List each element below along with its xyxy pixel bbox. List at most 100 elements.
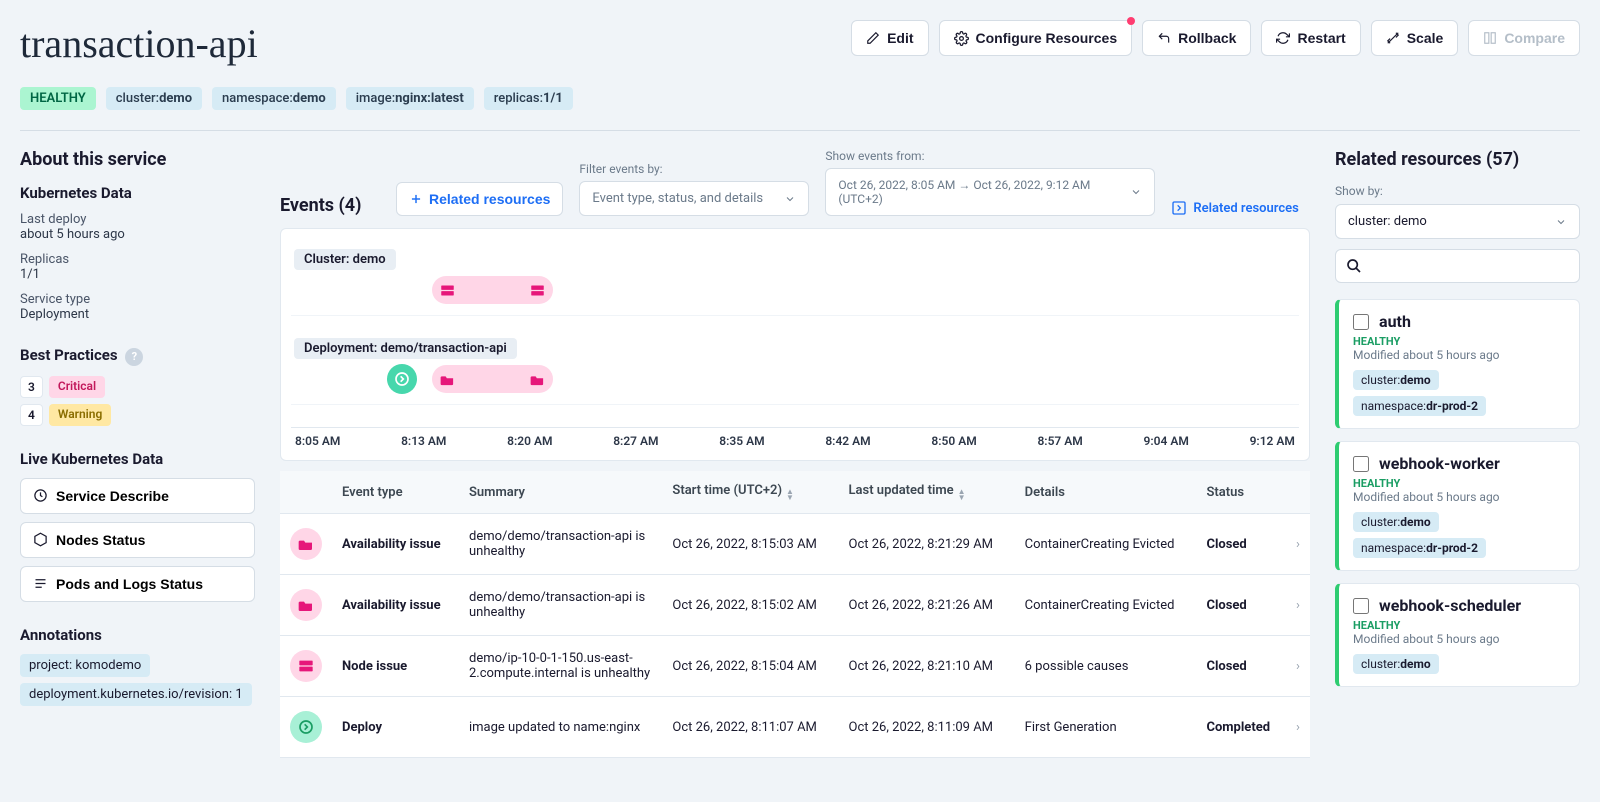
node-issue-icon (290, 650, 322, 682)
annotation-tag[interactable]: project: komodemo (20, 654, 150, 677)
col-event-type[interactable]: Event type (332, 471, 459, 514)
timeline-event-pill[interactable] (432, 365, 553, 393)
showby-dropdown[interactable]: cluster: demo (1335, 204, 1580, 239)
show-events-label: Show events from: (825, 149, 1155, 163)
replicas-label: Replicas (20, 252, 255, 267)
tag-cluster[interactable]: cluster:demo (106, 87, 202, 110)
sort-icon: ▲▼ (958, 489, 966, 501)
notification-dot-icon (1127, 17, 1135, 25)
start-time-cell: Oct 26, 2022, 8:15:02 AM (662, 575, 838, 636)
summary-cell: demo/demo/transaction-api is unhealthy (459, 514, 662, 575)
start-time-cell: Oct 26, 2022, 8:11:07 AM (662, 697, 838, 758)
col-start-time[interactable]: Start time (UTC+2)▲▼ (662, 471, 838, 514)
resource-modified: Modified about 5 hours ago (1353, 632, 1565, 646)
arrow-right-circle-icon (394, 371, 410, 387)
status-cell: Closed (1196, 636, 1286, 697)
resource-card[interactable]: authHEALTHYModified about 5 hours agoclu… (1335, 299, 1580, 429)
scale-icon (1386, 31, 1400, 45)
chevron-right-icon[interactable]: › (1296, 537, 1300, 552)
compare-icon (1483, 31, 1497, 45)
tag-namespace[interactable]: namespace:demo (212, 87, 336, 110)
resource-card[interactable]: webhook-schedulerHEALTHYModified about 5… (1335, 583, 1580, 687)
timeline-deploy-marker[interactable] (387, 364, 417, 394)
filter-events-dropdown[interactable]: Event type, status, and details (579, 181, 809, 216)
table-row[interactable]: Availability issuedemo/demo/transaction-… (280, 514, 1310, 575)
chevron-down-icon (1130, 186, 1142, 198)
help-icon[interactable]: ? (125, 348, 143, 366)
bp-critical-row[interactable]: 3 Critical (20, 376, 255, 398)
expand-icon (1171, 200, 1187, 216)
resource-checkbox[interactable] (1353, 314, 1369, 330)
page-title: transaction-api (20, 20, 258, 67)
resource-modified: Modified about 5 hours ago (1353, 348, 1565, 362)
col-details[interactable]: Details (1015, 471, 1197, 514)
resource-checkbox[interactable] (1353, 456, 1369, 472)
resource-name: webhook-worker (1379, 454, 1500, 473)
events-title: Events (4) (280, 195, 380, 216)
chevron-right-icon[interactable]: › (1296, 598, 1300, 613)
pods-logs-button[interactable]: Pods and Logs Status (20, 566, 255, 602)
event-type-cell: Availability issue (332, 575, 459, 636)
filter-events-label: Filter events by: (579, 162, 809, 176)
last-deploy-value: about 5 hours ago (20, 227, 255, 242)
service-type-value: Deployment (20, 307, 255, 322)
chevron-right-icon[interactable]: › (1296, 659, 1300, 674)
tag-replicas[interactable]: replicas:1/1 (484, 87, 573, 110)
status-badge-healthy: HEALTHY (20, 87, 96, 110)
col-updated-time[interactable]: Last updated time▲▼ (839, 471, 1015, 514)
scale-button[interactable]: Scale (1371, 20, 1459, 56)
summary-cell: demo/ip-10-0-1-150.us-east-2.compute.int… (459, 636, 662, 697)
status-cell: Closed (1196, 575, 1286, 636)
showby-label: Show by: (1335, 184, 1580, 198)
tags-row: HEALTHY cluster:demo namespace:demo imag… (20, 87, 1580, 131)
configure-resources-button[interactable]: Configure Resources (939, 20, 1133, 56)
resource-health: HEALTHY (1353, 335, 1565, 348)
event-type-cell: Availability issue (332, 514, 459, 575)
related-search-input[interactable] (1335, 249, 1580, 283)
resource-checkbox[interactable] (1353, 598, 1369, 614)
service-describe-button[interactable]: Service Describe (20, 478, 255, 514)
bp-warning-row[interactable]: 4 Warning (20, 404, 255, 426)
rollback-button[interactable]: Rollback (1142, 20, 1251, 56)
replicas-value: 1/1 (20, 267, 255, 282)
nodes-status-button[interactable]: Nodes Status (20, 522, 255, 558)
related-resources-button[interactable]: Related resources (396, 182, 563, 216)
service-type-label: Service type (20, 292, 255, 307)
resource-card[interactable]: webhook-worker HEALTHYModified about 5 ho… (1335, 441, 1580, 571)
updated-time-cell: Oct 26, 2022, 8:21:29 AM (839, 514, 1015, 575)
plus-icon (409, 192, 423, 206)
summary-cell: image updated to name:nginx (459, 697, 662, 758)
timeline: Cluster: demo Deployment: demo/transacti… (280, 228, 1310, 461)
related-resources-title: Related resources (57) (1335, 149, 1580, 170)
k8s-data-header: Kubernetes Data (20, 184, 255, 202)
details-cell: ContainerCreating Evicted (1015, 514, 1197, 575)
availability-issue-icon (290, 528, 322, 560)
resource-health: HEALTHY (1353, 477, 1565, 490)
table-row[interactable]: Deployimage updated to name:nginxOct 26,… (280, 697, 1310, 758)
resource-modified: Modified about 5 hours ago (1353, 490, 1565, 504)
related-resources-link[interactable]: Related resources (1171, 200, 1298, 216)
restart-button[interactable]: Restart (1261, 20, 1360, 56)
about-title: About this service (20, 149, 255, 170)
logs-icon (33, 576, 48, 591)
details-cell: First Generation (1015, 697, 1197, 758)
start-time-cell: Oct 26, 2022, 8:15:03 AM (662, 514, 838, 575)
tag-image[interactable]: image:nginx:latest (346, 87, 474, 110)
chevron-down-icon (1555, 216, 1567, 228)
col-summary[interactable]: Summary (459, 471, 662, 514)
details-cell: 6 possible causes (1015, 636, 1197, 697)
table-row[interactable]: Availability issuedemo/demo/transaction-… (280, 575, 1310, 636)
date-range-dropdown[interactable]: Oct 26, 2022, 8:05 AM → Oct 26, 2022, 9:… (825, 168, 1155, 216)
timeline-event-pill[interactable] (432, 276, 553, 304)
chevron-right-icon[interactable]: › (1296, 720, 1300, 735)
annotation-tag[interactable]: deployment.kubernetes.io/revision: 1 (20, 683, 252, 706)
edit-button[interactable]: Edit (851, 20, 928, 56)
event-type-cell: Node issue (332, 636, 459, 697)
col-status[interactable]: Status (1196, 471, 1286, 514)
search-icon (1346, 258, 1362, 274)
nodes-icon (33, 532, 48, 547)
details-cell: ContainerCreating Evicted (1015, 575, 1197, 636)
resource-tag: cluster:demo (1353, 370, 1439, 390)
table-row[interactable]: Node issuedemo/ip-10-0-1-150.us-east-2.c… (280, 636, 1310, 697)
pencil-icon (866, 31, 880, 45)
